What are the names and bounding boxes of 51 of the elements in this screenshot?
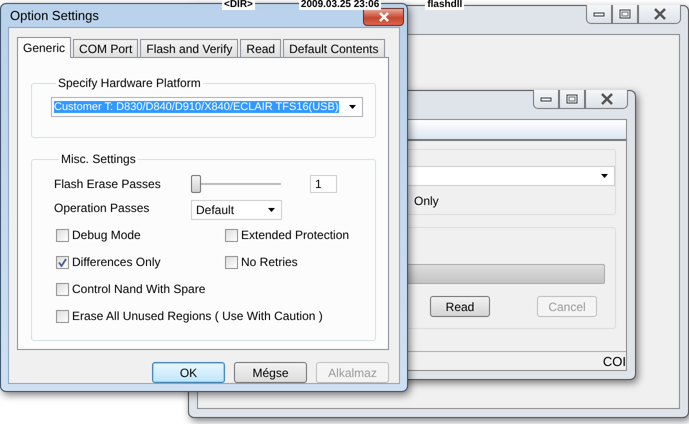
slider-thumb[interactable]	[191, 175, 201, 193]
listing-cell: 2009.03.25 23:06	[298, 0, 382, 10]
checkbox[interactable]	[56, 310, 69, 322]
minimize-icon	[540, 95, 552, 103]
dropdown-arrow-icon	[349, 105, 356, 109]
cancel-button[interactable]: Mégse	[234, 362, 307, 383]
maximize-button[interactable]	[559, 90, 585, 109]
tab[interactable]: Generic	[17, 37, 72, 58]
field-label: Flash Erase Passes	[54, 177, 162, 191]
read-button[interactable]: Read	[430, 296, 490, 317]
dropdown-arrow-icon	[268, 208, 275, 212]
minimize-button[interactable]	[533, 90, 559, 109]
close-icon	[652, 8, 666, 20]
checkbox[interactable]	[225, 256, 238, 268]
checkbox[interactable]	[56, 256, 69, 268]
checkbox-label: Differences Only	[72, 255, 160, 269]
checkbox-label: No Retries	[241, 255, 298, 269]
ok-button[interactable]: OK	[152, 362, 225, 383]
maximize-button[interactable]	[612, 5, 638, 24]
close-button[interactable]	[585, 90, 628, 109]
slider[interactable]	[191, 175, 281, 193]
close-icon	[600, 93, 614, 105]
field-label: Operation Passes	[54, 201, 150, 215]
listing-cell: <DIR>	[222, 0, 255, 10]
checkbox-label: Extended Protection	[241, 228, 350, 242]
maximize-icon	[619, 9, 631, 19]
maximize-icon	[566, 94, 578, 104]
minimize-icon	[593, 10, 605, 18]
checkbox-label: Debug Mode	[72, 228, 141, 242]
listing-cell: flashdll	[425, 0, 464, 10]
checkbox[interactable]	[56, 228, 69, 242]
tab[interactable]: COM Port	[73, 39, 138, 57]
group-title: Misc. Settings	[60, 152, 137, 166]
dropdown-arrow-icon	[601, 174, 608, 178]
value-field[interactable]: 1	[310, 175, 337, 193]
close-button[interactable]	[638, 5, 681, 24]
tab[interactable]: Default Contents	[283, 39, 384, 57]
close-icon	[378, 12, 390, 22]
tab[interactable]: Read	[240, 39, 282, 57]
checkbox-label: Control Nand With Spare	[72, 282, 206, 296]
passes-dropdown[interactable]: Default	[191, 200, 282, 220]
group-title: Specify Hardware Platform	[57, 76, 202, 90]
checkbox-label: Only	[414, 194, 439, 208]
status-text: COI	[602, 354, 626, 368]
checkbox-label: Erase All Unused Regions ( Use With Caution )	[72, 309, 323, 323]
window-title: Option Settings	[10, 8, 99, 23]
tab[interactable]: Flash and Verify	[140, 39, 238, 57]
checkbox[interactable]	[56, 282, 69, 296]
close-button[interactable]	[363, 8, 404, 26]
minimize-button[interactable]	[586, 5, 612, 24]
checkbox[interactable]	[225, 228, 238, 242]
